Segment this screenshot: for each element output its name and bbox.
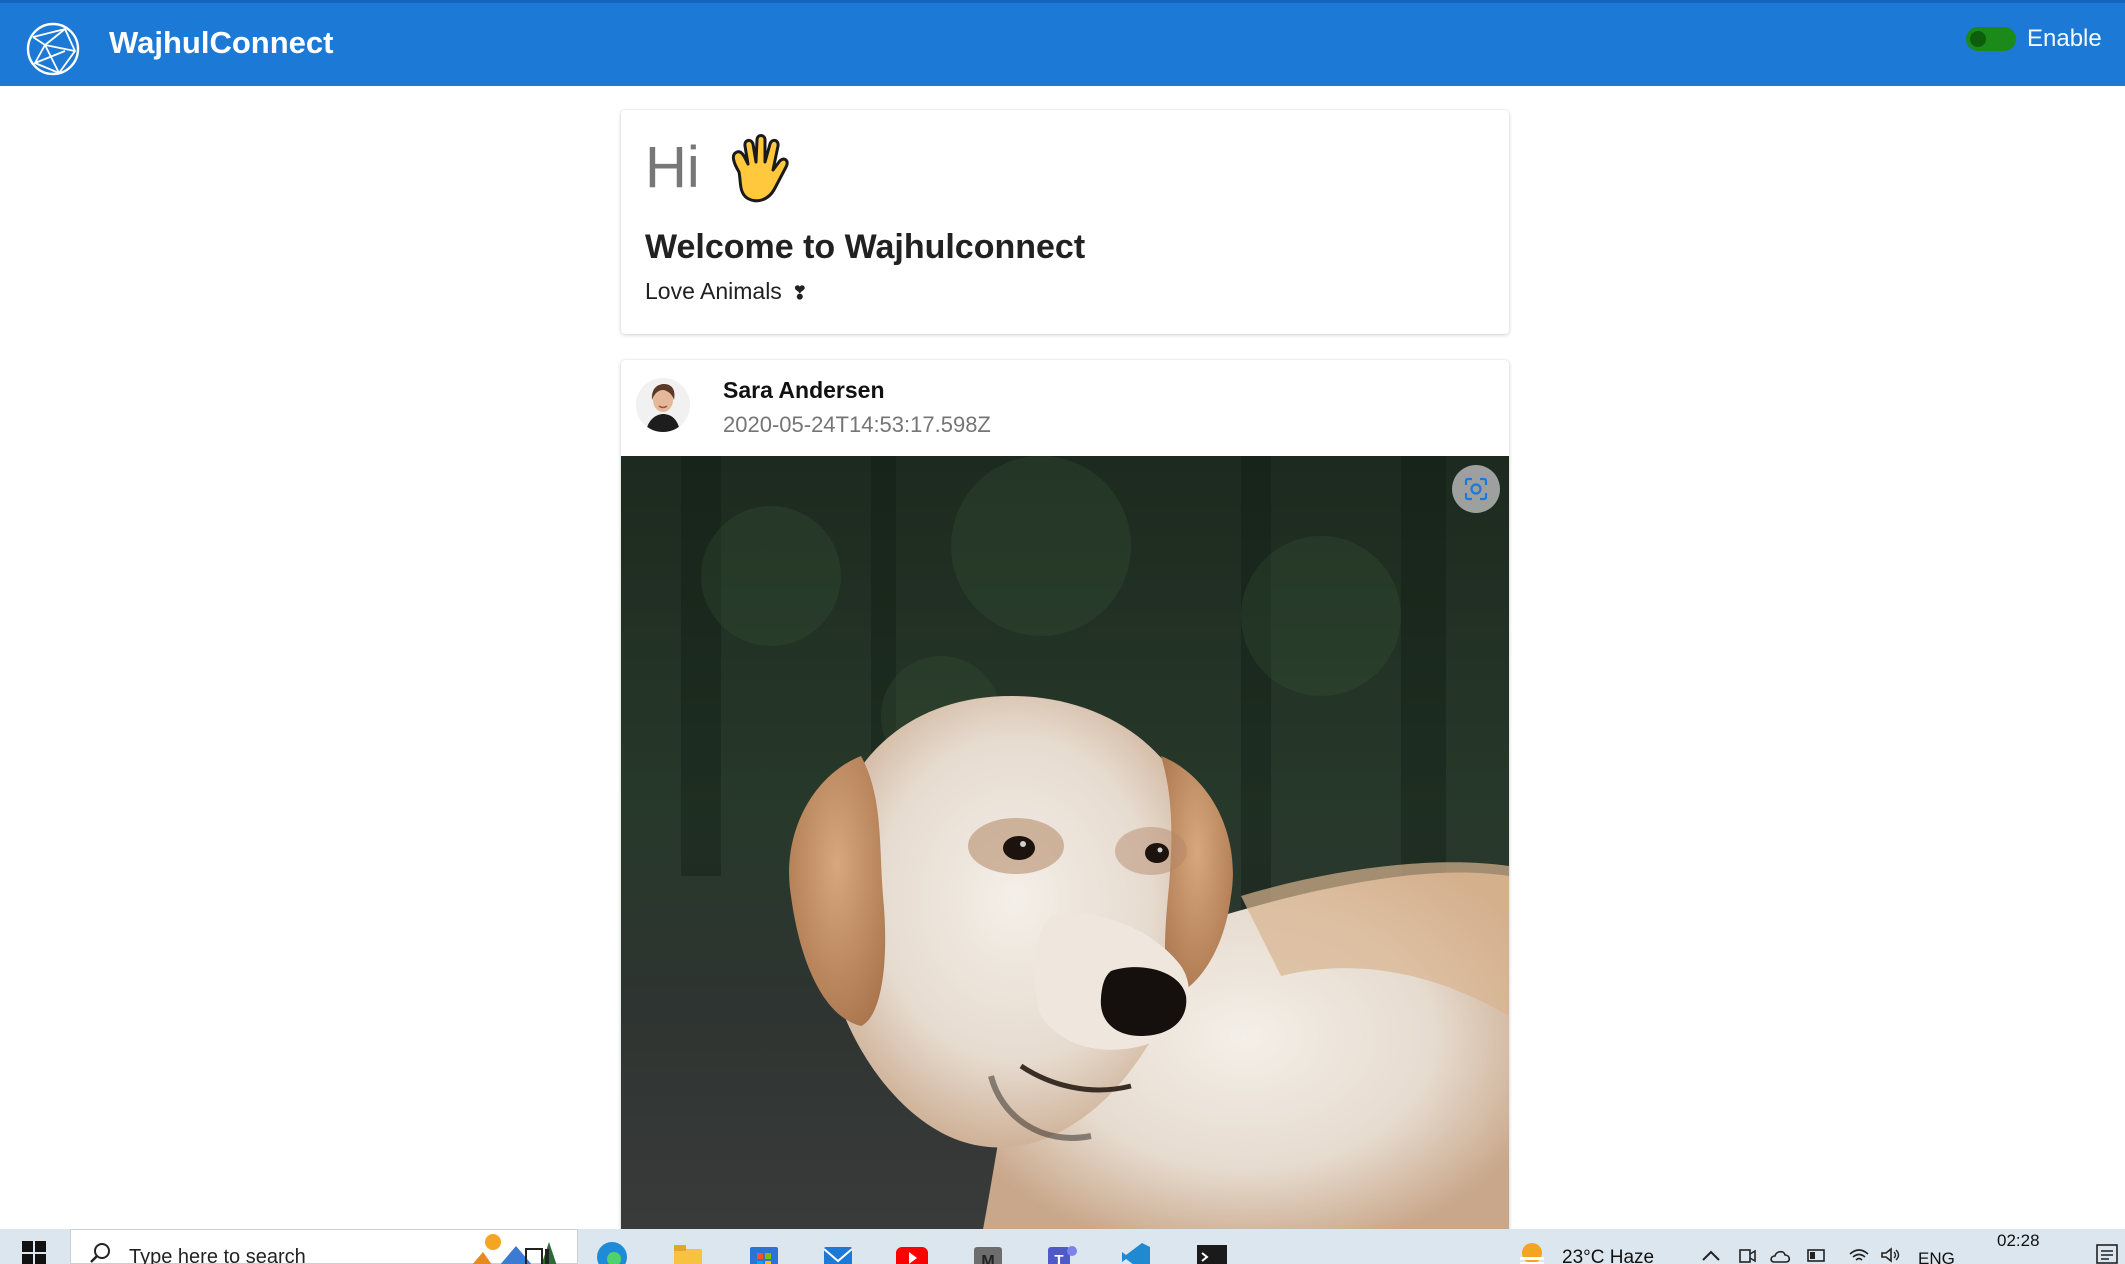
app-bar: WajhulConnect Enable [0, 0, 2125, 86]
waving-hand-icon [731, 134, 789, 203]
microsoft-store-icon[interactable] [748, 1241, 780, 1264]
welcome-subtitle: Love Animals ❣ [645, 278, 807, 305]
search-placeholder: Type here to search [129, 1246, 306, 1264]
volume-icon[interactable] [1880, 1246, 1902, 1264]
welcome-card: Hi Welcome to Wajhulconnect Love Animals… [621, 110, 1509, 334]
post-card: Sara Andersen 2020-05-24T14:53:17.598Z [621, 360, 1509, 1240]
windows-start-icon[interactable] [22, 1241, 46, 1264]
language-indicator[interactable]: ENG [1918, 1249, 1955, 1264]
teams-icon[interactable]: T [1046, 1241, 1078, 1264]
file-explorer-icon[interactable] [672, 1241, 704, 1264]
app-brand[interactable]: WajhulConnect [109, 25, 333, 61]
svg-text:M: M [981, 1253, 994, 1264]
enable-toggle-label: Enable [2027, 25, 2102, 52]
user-avatar-icon [636, 378, 690, 432]
search-icon [90, 1243, 110, 1263]
heart-exclamation-icon: ❣ [792, 283, 808, 303]
wifi-icon[interactable] [1848, 1246, 1870, 1264]
youtube-icon[interactable] [896, 1241, 928, 1264]
author-avatar[interactable] [636, 378, 690, 432]
meet-now-icon[interactable] [1736, 1246, 1758, 1264]
gmail-icon[interactable]: M [972, 1241, 1004, 1264]
chevron-up-icon[interactable] [1700, 1246, 1722, 1264]
subtitle-text: Love Animals [645, 278, 782, 304]
taskbar-clock[interactable]: 02:28 [1997, 1231, 2040, 1251]
task-view-icon[interactable] [522, 1241, 554, 1264]
notification-center-icon[interactable] [2095, 1243, 2119, 1264]
toggle-knob [1970, 31, 1986, 47]
post-timestamp: 2020-05-24T14:53:17.598Z [723, 412, 991, 437]
terminal-icon[interactable] [1196, 1241, 1228, 1264]
mail-icon[interactable] [822, 1241, 854, 1264]
taskbar-search-box[interactable]: Type here to search [70, 1229, 578, 1264]
visual-search-icon [1464, 477, 1488, 501]
vscode-icon[interactable] [1120, 1241, 1152, 1264]
greeting-text: Hi [645, 135, 700, 200]
windows-taskbar: Type here to search M T 23°C Haze ENG 02… [0, 1229, 2125, 1264]
welcome-title: Welcome to Wajhulconnect [645, 228, 1086, 266]
post-author[interactable]: Sara Andersen [723, 377, 885, 404]
enable-toggle[interactable] [1966, 27, 2016, 51]
weather-haze-icon[interactable] [1516, 1239, 1548, 1264]
network-logo-icon[interactable] [25, 21, 81, 77]
dog-photo[interactable] [621, 456, 1509, 1240]
visual-search-button[interactable] [1452, 465, 1500, 513]
weather-text[interactable]: 23°C Haze [1562, 1247, 1654, 1264]
onedrive-icon[interactable] [1770, 1246, 1792, 1264]
edge-icon[interactable] [596, 1241, 628, 1264]
battery-icon[interactable] [1806, 1246, 1828, 1264]
svg-text:T: T [1054, 1252, 1063, 1264]
